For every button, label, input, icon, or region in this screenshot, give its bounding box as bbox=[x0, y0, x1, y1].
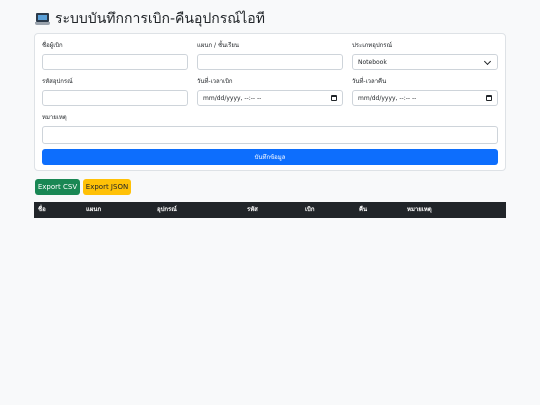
device-code-label: รหัสอุปกรณ์ bbox=[42, 78, 73, 85]
page-title-text: ระบบบันทึกการเบิก-คืนอุปกรณ์ไอที bbox=[55, 11, 265, 27]
export-json-button[interactable]: Export JSON bbox=[83, 179, 131, 195]
app: ระบบบันทึกการเบิก-คืนอุปกรณ์ไอที ชื่อผู้… bbox=[0, 0, 540, 405]
department-input[interactable] bbox=[197, 54, 343, 70]
column-header-code: รหัส bbox=[247, 206, 258, 213]
return-datetime-label: วันที่-เวลาคืน bbox=[352, 78, 387, 85]
device-type-select[interactable]: Notebook bbox=[352, 54, 498, 70]
chevron-down-icon bbox=[483, 57, 492, 65]
borrow-form-card: ชื่อผู้เบิก แผนก / ชั้นเรียน ประเภทอุปกร… bbox=[34, 33, 506, 171]
column-header-borrow: เบิก bbox=[305, 206, 315, 213]
return-datetime-input[interactable]: mm/dd/yyyy, --:-- -- bbox=[352, 90, 498, 106]
borrow-datetime-label: วันที่-เวลาเบิก bbox=[197, 78, 233, 85]
note-input[interactable] bbox=[42, 126, 498, 144]
page-title: ระบบบันทึกการเบิก-คืนอุปกรณ์ไอที bbox=[35, 9, 265, 29]
calendar-icon[interactable] bbox=[331, 95, 337, 101]
column-header-note: หมายเหตุ bbox=[407, 206, 432, 213]
department-label: แผนก / ชั้นเรียน bbox=[197, 42, 240, 49]
calendar-icon[interactable] bbox=[486, 95, 492, 101]
device-code-input[interactable] bbox=[42, 90, 188, 106]
note-label: หมายเหตุ bbox=[42, 114, 67, 121]
borrower-name-input[interactable] bbox=[42, 54, 188, 70]
column-header-department: แผนก bbox=[86, 206, 102, 213]
laptop-icon bbox=[35, 12, 50, 26]
column-header-device: อุปกรณ์ bbox=[157, 206, 177, 213]
save-button[interactable]: บันทึกข้อมูล bbox=[42, 149, 498, 165]
borrow-datetime-input[interactable]: mm/dd/yyyy, --:-- -- bbox=[197, 90, 343, 106]
borrower-name-label: ชื่อผู้เบิก bbox=[42, 42, 63, 49]
column-header-return: คืน bbox=[359, 206, 368, 213]
device-type-label: ประเภทอุปกรณ์ bbox=[352, 42, 393, 49]
records-table-header: ชื่อ แผนก อุปกรณ์ รหัส เบิก คืน หมายเหตุ bbox=[34, 202, 506, 218]
column-header-name: ชื่อ bbox=[38, 206, 46, 213]
export-csv-button[interactable]: Export CSV bbox=[35, 179, 80, 195]
